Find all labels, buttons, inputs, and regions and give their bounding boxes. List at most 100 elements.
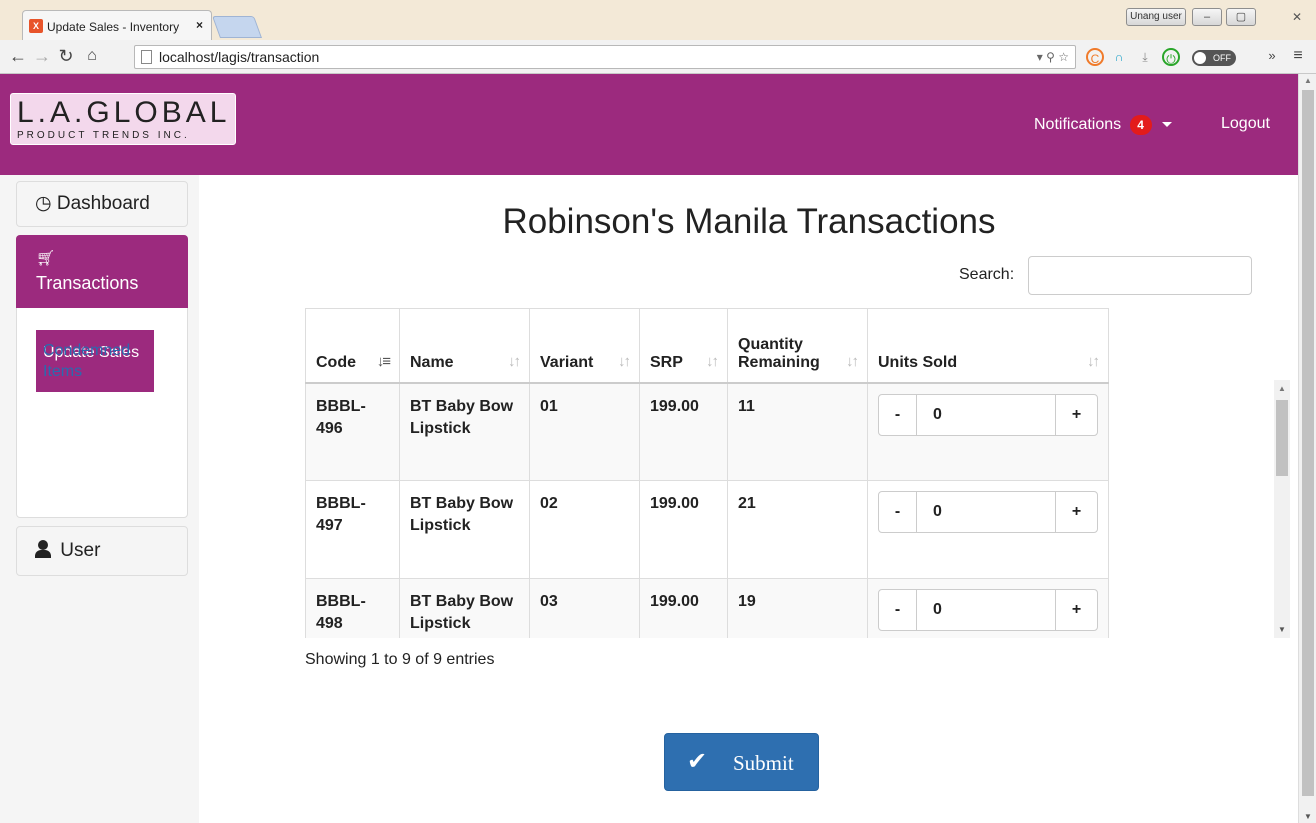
- url-text: localhost/lagis/transaction: [159, 49, 320, 65]
- column-header-code[interactable]: Code ↓≡: [305, 308, 400, 384]
- scroll-up-icon[interactable]: ▲: [1278, 384, 1286, 393]
- transactions-table-container[interactable]: Code ↓≡ Name ↓↑ Variant ↓↑ SRP ↓↑ Quantity R…: [305, 308, 1109, 638]
- table-header-row: Code ↓≡ Name ↓↑ Variant ↓↑ SRP ↓↑ Quantity R…: [305, 308, 1109, 384]
- power-icon[interactable]: ⏻: [1162, 48, 1180, 66]
- cell-srp: 199.00: [639, 382, 728, 481]
- column-header-srp[interactable]: SRP ↓↑: [639, 308, 728, 384]
- table-row: BBBL-498 BT Baby Bow Lipstick 03 199.00 …: [305, 578, 1109, 638]
- cell-srp: 199.00: [639, 578, 728, 638]
- units-sold-input[interactable]: 0: [933, 590, 942, 630]
- table-info: Showing 1 to 9 of 9 entries: [305, 651, 495, 668]
- checkmark-icon: ✔: [687, 747, 708, 775]
- search-input[interactable]: [1028, 256, 1252, 295]
- sidebar-item-label: Dashboard: [56, 193, 150, 214]
- caret-down-icon: [1162, 122, 1173, 128]
- home-icon[interactable]: ⌂: [82, 46, 102, 66]
- units-sold-input[interactable]: 0: [933, 395, 942, 435]
- cell-variant: 01: [529, 382, 640, 481]
- headphones-icon[interactable]: ∩: [1110, 48, 1128, 66]
- increment-button[interactable]: +: [1055, 394, 1097, 435]
- page-title: Robinson's Manila Transactions: [502, 202, 996, 241]
- cell-variant: 02: [529, 480, 640, 579]
- submit-button[interactable]: ✔ Submit: [664, 733, 819, 791]
- logo[interactable]: L.A.GLOBAL PRODUCT TRENDS INC.: [10, 93, 236, 145]
- logo-sub-text: PRODUCT TRENDS INC.: [17, 130, 190, 141]
- page-icon: [141, 50, 152, 64]
- user-icon: [35, 540, 51, 558]
- scrollbar-thumb[interactable]: [1302, 90, 1314, 796]
- cell-variant: 03: [529, 578, 640, 638]
- decrement-button[interactable]: -: [879, 394, 917, 435]
- table-row: BBBL-497 BT Baby Bow Lipstick 02 199.00 …: [305, 480, 1109, 579]
- bookmark-star-icon[interactable]: ▾ ⚲ ☆: [1037, 46, 1069, 68]
- notifications-label: Notifications: [1034, 116, 1122, 133]
- logo-main-text: L.A.GLOBAL: [17, 96, 231, 129]
- increment-button[interactable]: +: [1055, 492, 1097, 532]
- table-row: BBBL-496 BT Baby Bow Lipstick 01 199.00 …: [305, 382, 1109, 481]
- table-scrollbar[interactable]: ▲ ▼: [1274, 380, 1290, 638]
- cell-quantity: 11: [727, 382, 868, 481]
- cell-code: BBBL-496: [305, 382, 400, 481]
- units-sold-input[interactable]: 0: [933, 492, 942, 532]
- decrement-button[interactable]: -: [879, 590, 917, 630]
- sidebar-item-user[interactable]: User: [16, 526, 188, 576]
- tab-title: Update Sales - Inventory: [47, 20, 180, 34]
- menu-icon[interactable]: ≡: [1288, 46, 1308, 66]
- back-icon[interactable]: ←: [8, 46, 28, 66]
- quantity-stepper: - 0 +: [878, 393, 1098, 436]
- browser-tab[interactable]: X Update Sales - Inventory ×: [22, 10, 212, 40]
- more-extensions-icon[interactable]: »: [1262, 46, 1282, 66]
- scroll-up-icon[interactable]: ▲: [1304, 76, 1312, 85]
- column-header-name[interactable]: Name ↓↑: [399, 308, 530, 384]
- extension-toggle[interactable]: OFF: [1192, 50, 1236, 66]
- profile-button[interactable]: Unang user: [1126, 8, 1186, 26]
- cell-quantity: 19: [727, 578, 868, 638]
- close-window-icon[interactable]: ✕: [1284, 8, 1310, 26]
- column-header-units-sold[interactable]: Units Sold ↓↑: [867, 308, 1109, 384]
- cell-units-sold: - 0 +: [867, 578, 1109, 638]
- column-header-quantity-remaining[interactable]: Quantity Remaining ↓↑: [727, 308, 868, 384]
- submit-label: Submit: [733, 751, 794, 775]
- increment-button[interactable]: +: [1055, 590, 1097, 630]
- site-header: L.A.GLOBAL PRODUCT TRENDS INC. Notificat…: [0, 74, 1298, 175]
- sidebar-section-transactions: 🛒︎ Transactions Update Sales Condemned I…: [16, 235, 188, 518]
- maximize-icon[interactable]: ▢: [1226, 8, 1256, 26]
- browser-toolbar: ← → ↻ ⌂ localhost/lagis/transaction ▾ ⚲ …: [0, 40, 1316, 74]
- favicon-icon: X: [29, 19, 43, 33]
- notifications-dropdown[interactable]: Notifications 4: [1034, 115, 1173, 135]
- forward-icon[interactable]: →: [32, 46, 52, 66]
- scroll-down-icon[interactable]: ▼: [1304, 812, 1312, 821]
- cell-units-sold: - 0 +: [867, 382, 1109, 481]
- address-bar[interactable]: localhost/lagis/transaction ▾ ⚲ ☆: [134, 45, 1076, 69]
- extension-c-icon[interactable]: C: [1086, 48, 1104, 66]
- scroll-down-icon[interactable]: ▼: [1278, 625, 1286, 634]
- minimize-icon[interactable]: –: [1192, 8, 1222, 26]
- page-scrollbar[interactable]: ▲ ▼: [1298, 74, 1316, 823]
- sidebar-subitem-condemned-items[interactable]: Condemned Items: [43, 340, 163, 382]
- cell-name: BT Baby Bow Lipstick: [399, 578, 530, 638]
- sort-asc-icon: ↓≡: [376, 352, 391, 370]
- logout-link[interactable]: Logout: [1221, 115, 1270, 133]
- sidebar: ◷ Dashboard 🛒︎ Transactions Update Sales…: [0, 175, 199, 823]
- reload-icon[interactable]: ↻: [56, 46, 76, 66]
- sidebar-item-label: Transactions: [36, 273, 139, 293]
- cell-units-sold: - 0 +: [867, 480, 1109, 579]
- sidebar-item-dashboard[interactable]: ◷ Dashboard: [16, 181, 188, 227]
- notifications-badge: 4: [1129, 115, 1152, 135]
- cell-code: BBBL-497: [305, 480, 400, 579]
- column-header-variant[interactable]: Variant ↓↑: [529, 308, 640, 384]
- sort-icon: ↓↑: [508, 352, 521, 370]
- decrement-button[interactable]: -: [879, 492, 917, 532]
- quantity-stepper: - 0 +: [878, 491, 1098, 533]
- download-icon[interactable]: ⤓: [1136, 48, 1154, 66]
- cell-name: BT Baby Bow Lipstick: [399, 382, 530, 481]
- sort-icon: ↓↑: [1087, 352, 1100, 370]
- sort-icon: ↓↑: [846, 352, 859, 370]
- quantity-stepper: - 0 +: [878, 589, 1098, 631]
- close-tab-icon[interactable]: ×: [196, 18, 203, 32]
- search-label: Search:: [959, 266, 1015, 283]
- scrollbar-thumb[interactable]: [1276, 400, 1288, 476]
- sidebar-item-transactions[interactable]: 🛒︎ Transactions: [16, 235, 188, 308]
- new-tab-button[interactable]: [211, 16, 263, 38]
- dashboard-icon: ◷: [35, 193, 52, 214]
